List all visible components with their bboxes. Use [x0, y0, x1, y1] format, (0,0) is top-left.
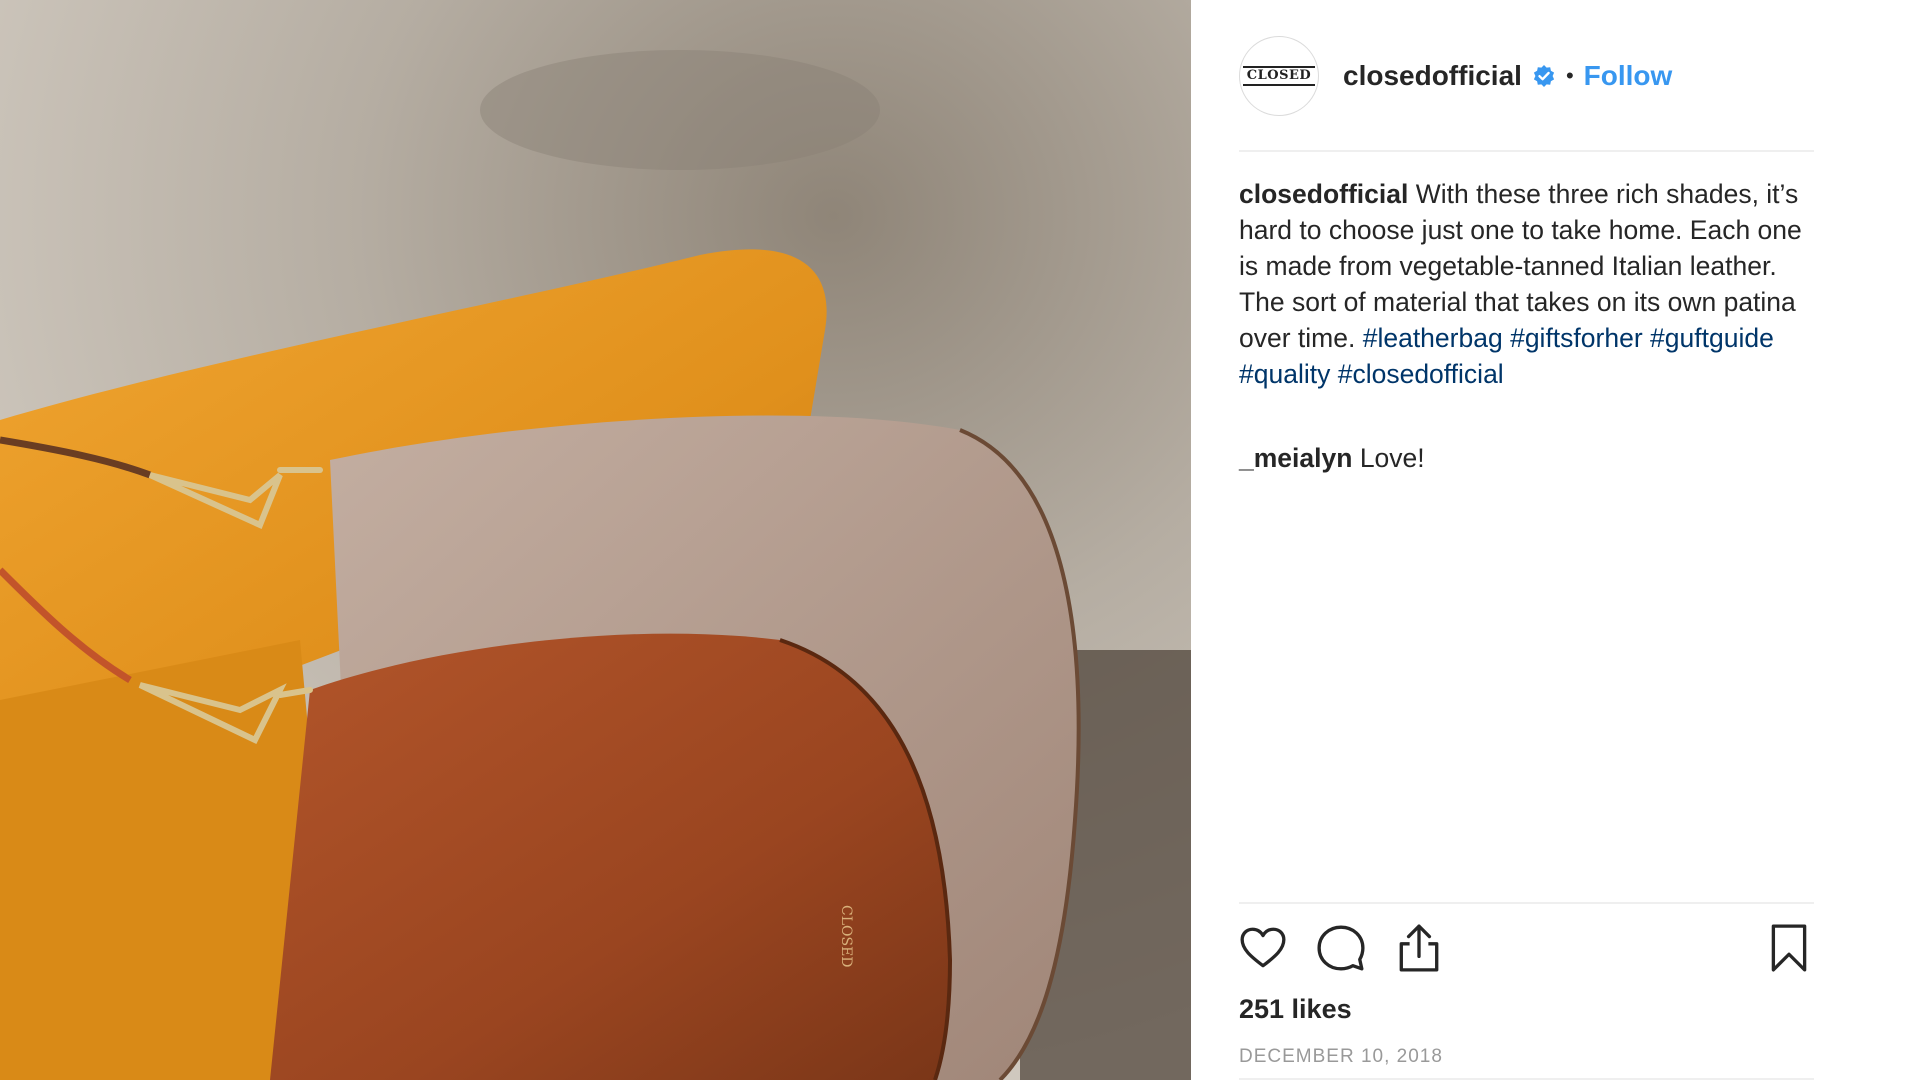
action-bar [1239, 920, 1814, 976]
avatar[interactable]: CLOSED [1239, 36, 1319, 116]
hashtag-link[interactable]: #leatherbag [1363, 323, 1503, 353]
caption: closedofficial With these three rich sha… [1239, 176, 1819, 392]
divider [1239, 150, 1814, 152]
hashtag-link[interactable]: #giftsforher [1510, 323, 1643, 353]
header-username[interactable]: closedofficial [1343, 60, 1522, 92]
like-button[interactable] [1235, 920, 1291, 976]
avatar-logo: CLOSED [1242, 66, 1316, 86]
heart-icon [1240, 927, 1286, 968]
likes-count[interactable]: 251 likes [1239, 994, 1352, 1025]
share-button[interactable] [1391, 920, 1447, 976]
hashtag-link[interactable]: #closedofficial [1338, 359, 1504, 389]
save-button[interactable] [1761, 920, 1817, 976]
hashtag-link[interactable]: #guftguide [1650, 323, 1774, 353]
share-icon [1399, 924, 1439, 972]
post-image-art: CLOSED [0, 0, 1191, 1080]
post-image[interactable]: CLOSED [0, 0, 1191, 1080]
verified-badge-icon [1533, 65, 1555, 87]
post-date[interactable]: DECEMBER 10, 2018 [1239, 1046, 1443, 1068]
follow-button[interactable]: Follow [1584, 60, 1673, 92]
comment-button[interactable] [1313, 920, 1369, 976]
comment-text: Love! [1359, 443, 1425, 473]
comment-icon [1317, 925, 1365, 971]
header-separator: • [1565, 63, 1574, 88]
post-details-panel: CLOSED closedofficial • Follow closedoff… [1191, 0, 1920, 1080]
bookmark-icon [1771, 924, 1807, 972]
bag-logo: CLOSED [838, 905, 854, 968]
comment-item: _meialyn Love! [1239, 440, 1814, 476]
comment-username[interactable]: _meialyn [1239, 443, 1352, 473]
hashtag-link[interactable]: #quality [1239, 359, 1330, 389]
caption-username[interactable]: closedofficial [1239, 179, 1408, 209]
post-header: CLOSED closedofficial • Follow [1239, 36, 1814, 116]
divider [1239, 902, 1814, 904]
